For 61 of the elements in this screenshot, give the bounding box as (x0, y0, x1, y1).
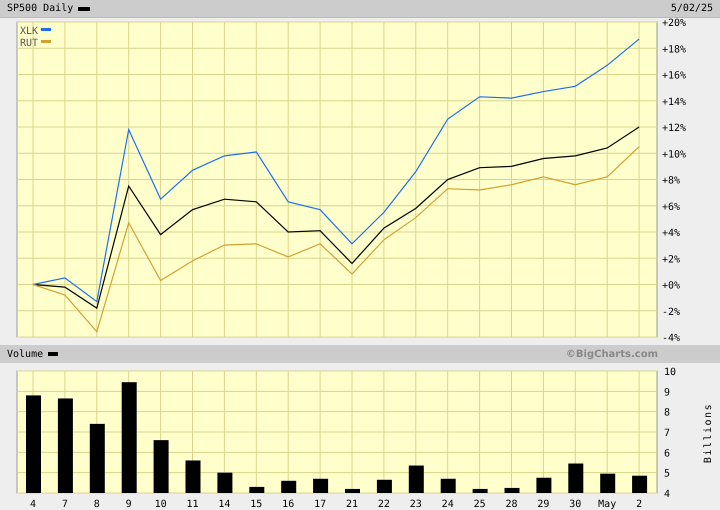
axis-tick-label: May (598, 499, 616, 510)
axis-tick-label: 15 (250, 499, 262, 510)
axis-tick-label: +0% (662, 280, 680, 292)
volume-bar (632, 476, 648, 493)
axis-tick-label: 9 (126, 499, 132, 510)
axis-tick-label: 6 (664, 448, 670, 460)
axis-tick-label: +8% (662, 176, 680, 186)
volume-bar (568, 464, 584, 493)
volume-bar (186, 460, 200, 493)
legend-label: XLK (20, 26, 38, 37)
volume-bar (600, 474, 616, 493)
axis-tick-label: +4% (662, 228, 680, 239)
volume-bar (440, 478, 456, 493)
legend-label: RUT (20, 38, 38, 49)
axis-tick-label: 7 (62, 499, 68, 510)
volume-bar (154, 440, 169, 493)
axis-tick-label: 2 (636, 499, 642, 510)
axis-tick-label: +20% (662, 18, 686, 29)
axis-tick-label: 29 (537, 499, 550, 510)
volume-bar (313, 478, 328, 493)
axis-tick-label: 28 (505, 499, 518, 510)
axis-tick-label: +12% (662, 123, 686, 134)
axis-tick-label: 25 (474, 499, 486, 510)
axis-tick-label: 4 (664, 489, 670, 500)
axis-tick-label: +18% (662, 44, 686, 56)
section-title: Volume (7, 348, 44, 362)
axis-tick-label: +2% (662, 254, 680, 266)
axis-tick-label: 17 (314, 499, 326, 510)
axis-tick-label: 11 (186, 499, 199, 510)
chart-title: SP500 Daily (7, 2, 74, 16)
axis-tick-label: -4% (662, 333, 680, 344)
axis-tick-label: 23 (410, 499, 422, 510)
axis-tick-label: 30 (569, 499, 582, 510)
axis-title: Billions (703, 402, 714, 464)
axis-tick-label: +10% (662, 149, 686, 160)
volume-bar (408, 466, 424, 493)
volume-bar (281, 480, 296, 493)
axis-tick-label: 21 (346, 499, 358, 510)
axis-tick-label: 10 (154, 499, 167, 510)
axis-tick-label: 8 (664, 408, 670, 419)
axis-tick-label: 14 (218, 499, 230, 510)
axis-tick-label: +6% (662, 202, 680, 213)
axis-tick-label: +16% (662, 70, 686, 82)
axis-tick-label: 7 (664, 428, 670, 439)
volume-bar (90, 424, 105, 493)
volume-bar (504, 488, 520, 493)
axis-tick-label: 8 (94, 499, 100, 510)
axis-tick-label: 10 (664, 367, 676, 378)
axis-tick-label: 4 (30, 499, 36, 510)
credit-text: ©BigCharts.com (566, 348, 658, 362)
axis-tick-label: 22 (378, 499, 390, 510)
volume-bar (472, 488, 488, 493)
chart-date: 5/02/25 (670, 2, 713, 16)
axis-tick-label: 5 (664, 468, 670, 480)
axis-tick-label: -2% (662, 306, 680, 318)
axis-tick-label: 16 (282, 499, 294, 510)
axis-tick-label: +14% (662, 96, 686, 108)
volume-bar (217, 472, 232, 493)
volume-bar (345, 488, 360, 493)
axis-tick-label: 24 (442, 499, 454, 510)
axis-tick-label: 9 (664, 387, 670, 398)
